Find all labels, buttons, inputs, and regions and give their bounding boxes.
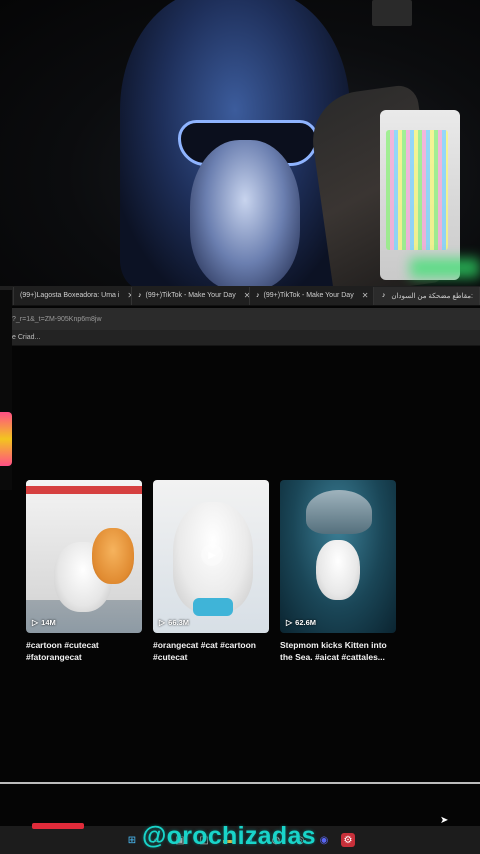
- tiktok-icon: ♪: [256, 292, 260, 299]
- view-count-value: 66.3M: [168, 618, 190, 627]
- monitor-edge: [372, 0, 412, 26]
- cat-diaper: [193, 598, 233, 616]
- play-overlay-icon[interactable]: ▶: [201, 544, 223, 566]
- tab-sudan-active[interactable]: ♪ مقاطع مضحكة من السودان:: [374, 286, 480, 305]
- view-count-value: 14M: [41, 618, 56, 627]
- page-footer: [0, 784, 480, 826]
- tab-tiktok-2[interactable]: ♪ (99+)TikTok - Make Your Day ✕: [250, 286, 374, 305]
- caption-line: Stepmom kicks Kitten into: [280, 640, 387, 650]
- bookmark-item[interactable]: e Criad...: [12, 334, 40, 341]
- play-icon: ▷: [159, 618, 166, 627]
- caption-line: #cartoon #cutecat: [26, 640, 99, 650]
- shirt-print-face: [190, 140, 300, 290]
- webcam-overlay: [0, 0, 480, 290]
- play-icon: ▷: [286, 618, 293, 627]
- video-grid: ▷ 14M #cartoon #cutecat #fatorangecat ▶ …: [26, 480, 396, 663]
- ambulance-stripe: [26, 486, 142, 494]
- tab-label: (99+)TikTok - Make Your Day: [145, 292, 236, 299]
- discord-icon[interactable]: ◉: [317, 833, 331, 847]
- windows-start-icon[interactable]: ⊞: [125, 833, 139, 847]
- video-thumbnail[interactable]: ▷ 14M: [26, 480, 142, 633]
- video-caption[interactable]: #orangecat #cat #cartoon #cutecat: [153, 639, 269, 663]
- watermark: @orochizadas: [142, 822, 316, 850]
- caption-line: the Sea. #aicat #cattales...: [280, 652, 385, 662]
- video-thumbnail[interactable]: ▷ 62.6M: [280, 480, 396, 633]
- video-caption[interactable]: #cartoon #cutecat #fatorangecat: [26, 639, 142, 663]
- screen: ♪ (99+)Lagosta Boxeadora: Uma i ✕ ♪ (99+…: [0, 0, 480, 854]
- record-indicator: [32, 823, 84, 829]
- orange-cat: [92, 528, 134, 584]
- caption-line: #orangecat #cat #cartoon: [153, 640, 256, 650]
- address-text: ?_r=1&_t=ZM-905Knp6m8jw: [12, 315, 102, 323]
- caption-line: #fatorangecat: [26, 652, 82, 662]
- side-badge: [0, 412, 12, 466]
- steam-icon[interactable]: ⚙: [341, 833, 355, 847]
- video-thumbnail[interactable]: ▶ ▷ 66.3M: [153, 480, 269, 633]
- pc-rgb-lights: [386, 130, 448, 250]
- caption-line: #cutecat: [153, 652, 188, 662]
- pc-glow: [410, 258, 480, 278]
- tab-tiktok-1[interactable]: ♪ (99+)TikTok - Make Your Day ✕: [132, 286, 250, 305]
- tiktok-page: ▷ 14M #cartoon #cutecat #fatorangecat ▶ …: [12, 346, 480, 782]
- video-card[interactable]: ▷ 62.6M Stepmom kicks Kitten into the Se…: [280, 480, 396, 663]
- video-card[interactable]: ▶ ▷ 66.3M #orangecat #cat #cartoon #cute…: [153, 480, 269, 663]
- address-bar[interactable]: ?_r=1&_t=ZM-905Knp6m8jw: [0, 308, 480, 330]
- tiktok-icon: ♪: [138, 292, 142, 299]
- tiktok-icon: ♪: [381, 292, 386, 299]
- view-count: ▷ 66.3M: [159, 618, 189, 627]
- tab-lagosta[interactable]: (99+)Lagosta Boxeadora: Uma i ✕: [14, 286, 132, 305]
- tab-label: مقاطع مضحكة من السودان:: [391, 292, 473, 300]
- view-count-value: 62.6M: [295, 618, 317, 627]
- play-icon: ▷: [32, 618, 39, 627]
- tab-label: (99+)TikTok - Make Your Day: [263, 292, 354, 299]
- video-card[interactable]: ▷ 14M #cartoon #cutecat #fatorangecat: [26, 480, 142, 663]
- shark: [306, 490, 372, 534]
- tab-label: (99+)Lagosta Boxeadora: Uma i: [20, 292, 120, 299]
- close-icon[interactable]: ✕: [362, 291, 369, 300]
- white-kitten: [316, 540, 360, 600]
- bookmarks-bar: e Criad...: [0, 330, 480, 346]
- view-count: ▷ 14M: [32, 618, 56, 627]
- browser-tab-bar: ♪ (99+)Lagosta Boxeadora: Uma i ✕ ♪ (99+…: [0, 286, 480, 306]
- mouse-cursor-icon: ➤: [440, 815, 449, 826]
- view-count: ▷ 62.6M: [286, 618, 316, 627]
- video-caption[interactable]: Stepmom kicks Kitten into the Sea. #aica…: [280, 639, 396, 663]
